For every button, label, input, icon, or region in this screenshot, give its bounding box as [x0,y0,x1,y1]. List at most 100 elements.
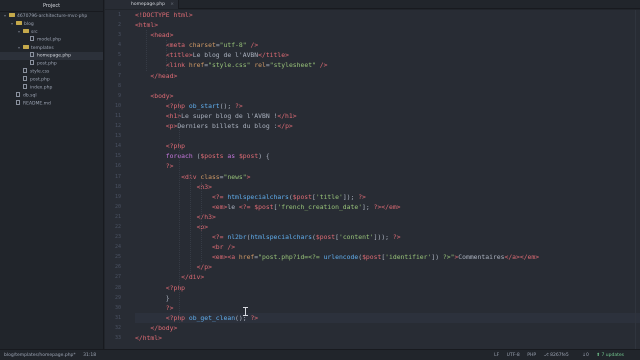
tab-close-icon[interactable]: × [170,0,174,9]
code-line[interactable]: </head> [135,71,640,81]
tree-folder[interactable]: ▾ src [0,28,103,36]
code-line[interactable]: <?php ob_get_clean(); ?> [135,312,640,323]
tree-file[interactable]: post.php [0,60,103,68]
tree-file[interactable]: homepage.php [0,52,103,60]
code-line[interactable]: <head> [135,30,640,40]
code-line[interactable]: <title>Le blog de l'AVBN</title> [135,50,640,60]
code-line[interactable]: <?php ob_start(); ?> [135,101,640,111]
code-line[interactable]: <!DOCTYPE html> [135,10,640,20]
code-line[interactable]: <?php [135,141,640,151]
code-token: </title> [258,51,289,60]
line-number: 6 [117,62,121,69]
code-token: ob_get_clean [188,313,236,322]
code-line[interactable]: <p>Derniers billets du blog :</p> [135,121,640,131]
code-line[interactable]: </html> [135,333,640,343]
status-git-changes[interactable]: ↓0 [582,353,589,358]
code-line[interactable]: foreach ($posts as $post) { [135,151,640,161]
code-editor[interactable]: 1 2 3 4 5 6 7 8 9 10 11 12 13 14 15 16 17 18 19 20 21 22 23 24 2… [105,10,640,349]
code-line[interactable]: <?php [135,283,640,293]
line-number: 22 [114,223,121,230]
tree-file[interactable]: style.css [0,68,103,76]
status-git-branch[interactable]: ⎇ 8267fe5 [543,353,574,358]
folder-icon [9,13,15,17]
code-line[interactable]: ?> [135,303,640,313]
project-tree-panel: Project ▾ 4670796-architecture-mvc-php ▾ bl… [0,0,104,349]
tree-item-label: src [31,30,38,35]
code-line[interactable]: </p> [135,262,640,272]
code-line[interactable]: <?= htmlspecialchars($post['title']); ?> [135,192,640,202]
code-token: <meta [165,41,189,50]
code-line[interactable]: ?> [135,161,640,171]
file-icon [23,68,27,73]
tree-item-label: db.sql [23,93,37,99]
line-number: 33 [114,335,121,341]
code-line[interactable]: <br /> [135,242,640,252]
tree-file[interactable]: db.sql [0,92,103,100]
code-line[interactable]: <em><a href="post.php?id=<?= urlencode($… [135,252,640,262]
code-token: 'french_creation_date' [277,202,363,211]
tree-folder[interactable]: ▾ 4670796-architecture-mvc-php [0,12,103,20]
code-line[interactable]: <?= nl2br(htmlspecialchars($post['conten… [135,232,640,242]
code-token: ?> [392,233,401,242]
code-line[interactable]: <html> [135,20,640,30]
tree-file[interactable]: post.php [0,76,103,84]
code-line[interactable]: <p> [135,222,640,232]
status-encoding[interactable]: UTF-8 [507,353,520,358]
code-line[interactable]: <div class="news"> [135,172,640,182]
code-token: <?php [165,283,186,292]
tab-label: homepage.php [131,2,165,7]
code-token: ob_start [188,101,220,110]
code-token: $posts [200,152,224,161]
code-line[interactable]: } [135,293,640,303]
tab-homepage-php[interactable]: homepage.php × [105,0,179,9]
indent-guide [190,171,191,273]
tree-folder[interactable]: ▾ templates [0,44,103,52]
code-line[interactable] [135,81,640,91]
code-line[interactable]: </body> [135,323,640,333]
code-line[interactable]: <meta charset="utf-8" /> [135,40,640,50]
code-line[interactable]: <h1>Le super blog de l'AVBN !</h1> [135,111,640,121]
code-line[interactable]: <body> [135,91,640,101]
line-number: 17 [114,173,121,180]
tree-folder[interactable]: ▾ blog [0,20,103,28]
line-number: 5 [117,52,121,59]
code-token: href [188,61,205,70]
text-cursor-icon [243,307,248,316]
line-number: 24 [114,244,121,251]
code-token: </p> [196,263,212,272]
tree-file[interactable]: index.php [0,84,103,92]
tree-file[interactable]: model.php [0,36,103,44]
status-grammar[interactable]: PHP [527,353,536,358]
code-line[interactable]: <em>le <?= $post['french_creation_date']… [135,202,640,212]
code-line[interactable]: <link href="style.css" rel="stylesheet" … [135,60,640,70]
code-token: 'content' [338,233,374,242]
code-line[interactable]: </h3> [135,212,640,222]
code-token: <h3> [196,182,212,191]
code-token: </em> [381,202,401,211]
code-line[interactable]: <h3> [135,182,640,192]
status-updates[interactable]: ⬆ 7 updates [596,353,630,358]
status-cursor-position[interactable]: 31:18 [83,353,96,358]
code-token: le [227,202,239,211]
code-token: } [135,293,170,302]
code-area[interactable]: <!DOCTYPE html> <html> <head> <meta chars… [135,10,640,349]
status-line-ending[interactable]: LF [494,353,499,358]
code-line[interactable] [135,131,640,141]
code-token: (); [219,101,236,110]
line-number: 14 [114,143,121,150]
line-number: 13 [114,133,121,140]
tree-file[interactable]: README.md [0,100,103,108]
code-token: </html> [135,334,162,342]
line-number: 12 [114,123,121,130]
code-token: <html> [135,21,159,30]
code-token: <em><a [211,253,239,262]
status-file-path[interactable]: blog/templates/homepage.php* [4,353,76,358]
code-token: urlencode [323,253,359,262]
code-token: <!DOCTYPE html> [135,11,193,19]
code-line[interactable]: </div> [135,272,640,282]
